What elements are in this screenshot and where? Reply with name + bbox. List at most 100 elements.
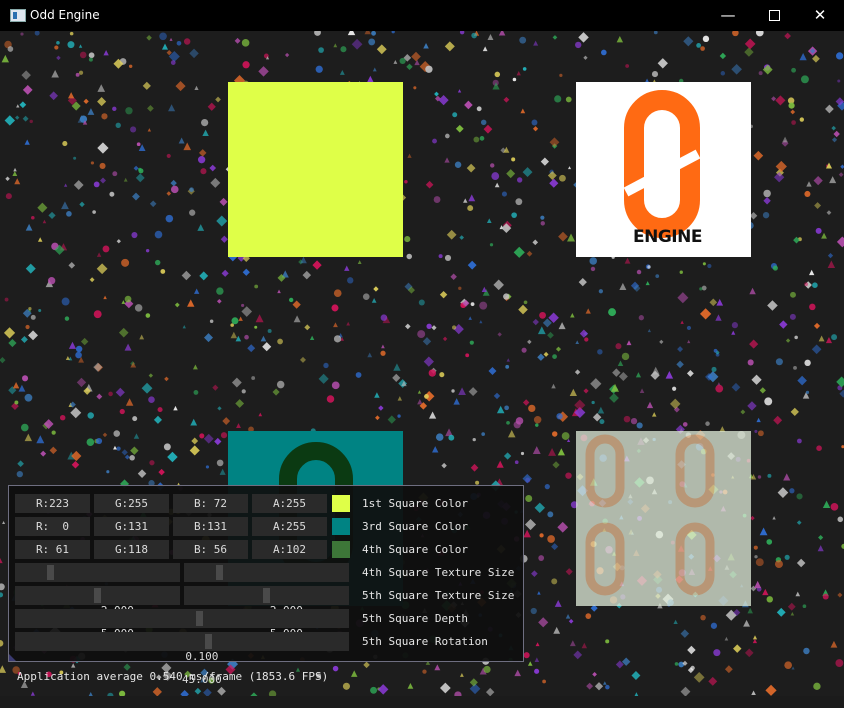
confetti-particle (51, 69, 59, 78)
confetti-particle (521, 347, 527, 353)
confetti-particle (791, 120, 796, 125)
close-button[interactable]: ✕ (797, 0, 843, 31)
confetti-particle (238, 316, 243, 321)
confetti-particle (161, 43, 169, 50)
confetti-particle (199, 433, 205, 439)
confetti-particle (425, 180, 434, 189)
color-swatch[interactable] (332, 518, 350, 535)
confetti-particle (115, 387, 125, 397)
confetti-particle (458, 387, 466, 395)
confetti-particle (494, 182, 500, 188)
confetti-particle (833, 130, 840, 138)
confetti-particle (145, 248, 150, 253)
confetti-particle (603, 681, 607, 685)
slider-grab[interactable] (47, 565, 54, 580)
confetti-particle (194, 85, 199, 90)
confetti-particle (551, 383, 556, 389)
channel-b[interactable]: B: 56 (173, 540, 248, 559)
rotation-slider[interactable]: 45.000 (15, 632, 349, 686)
slider-grab[interactable] (205, 634, 212, 649)
confetti-particle (506, 169, 516, 179)
confetti-particle (827, 260, 836, 268)
maximize-button[interactable] (751, 0, 797, 31)
confetti-particle (731, 382, 741, 392)
confetti-particle (222, 417, 231, 425)
color-swatch[interactable] (332, 541, 350, 558)
panel-resize-grip[interactable] (9, 654, 16, 661)
slider-grab[interactable] (263, 588, 270, 603)
confetti-particle (234, 37, 241, 44)
confetti-particle (579, 329, 588, 338)
confetti-particle (554, 600, 562, 607)
confetti-particle (380, 350, 386, 356)
confetti-particle (417, 390, 422, 394)
confetti-particle (56, 55, 61, 61)
channel-r[interactable]: R: 0 (15, 517, 90, 536)
confetti-particle (498, 31, 506, 36)
confetti-particle (116, 239, 121, 244)
texture-size-x-slider[interactable]: 5.000 (15, 586, 180, 640)
minimize-button[interactable]: — (705, 0, 751, 31)
texture-size-y-slider[interactable]: 5.000 (184, 586, 349, 640)
slider-grab[interactable] (196, 611, 203, 626)
confetti-particle (189, 209, 196, 216)
confetti-particle (479, 320, 483, 324)
channel-a[interactable]: A:255 (252, 517, 327, 536)
confetti-particle (547, 511, 554, 518)
confetti-particle (682, 422, 688, 427)
confetti-particle (49, 91, 58, 101)
confetti-particle (713, 348, 718, 353)
channel-b[interactable]: B: 72 (173, 494, 248, 513)
confetti-particle (407, 153, 412, 158)
confetti-particle (555, 346, 562, 352)
row-label: 4th Square Color (362, 543, 468, 556)
confetti-particle (470, 463, 479, 472)
confetti-particle (340, 46, 347, 53)
confetti-particle (203, 688, 212, 696)
confetti-particle (387, 415, 396, 424)
channel-a[interactable]: A:102 (252, 540, 327, 559)
confetti-particle (511, 212, 517, 218)
confetti-particle (130, 446, 139, 455)
confetti-particle (455, 124, 464, 133)
confetti-particle (797, 375, 807, 386)
confetti-particle (67, 41, 75, 49)
confetti-particle (262, 342, 272, 352)
confetti-particle (831, 125, 836, 131)
confetti-particle (784, 32, 791, 40)
confetti-particle (100, 177, 106, 184)
channel-g[interactable]: G:118 (94, 540, 169, 559)
confetti-particle (543, 351, 549, 357)
confetti-particle (732, 31, 739, 37)
confetti-particle (129, 455, 135, 461)
confetti-particle (651, 366, 660, 375)
confetti-particle (674, 662, 679, 666)
texture-size-x-slider[interactable]: 2.000 (15, 563, 180, 617)
channel-r[interactable]: R:223 (15, 494, 90, 513)
texture-size-y-slider[interactable]: 2.000 (184, 563, 349, 617)
confetti-particle (69, 31, 74, 36)
color-swatch[interactable] (332, 495, 350, 512)
confetti-particle (813, 682, 821, 691)
channel-g[interactable]: G:255 (94, 494, 169, 513)
confetti-particle (0, 592, 4, 598)
confetti-particle (672, 386, 677, 391)
confetti-particle (840, 164, 844, 169)
confetti-particle (87, 108, 95, 115)
confetti-particle (537, 353, 545, 361)
confetti-particle (526, 250, 533, 257)
slider-grab[interactable] (94, 588, 101, 603)
confetti-particle (364, 31, 371, 35)
confetti-particle (0, 357, 6, 364)
confetti-particle (153, 415, 162, 424)
slider-grab[interactable] (216, 565, 223, 580)
confetti-particle (4, 115, 16, 126)
depth-slider[interactable]: 0.100 (15, 609, 349, 663)
channel-b[interactable]: B:131 (173, 517, 248, 536)
confetti-particle (636, 422, 643, 429)
channel-g[interactable]: G:131 (94, 517, 169, 536)
channel-a[interactable]: A:255 (252, 494, 327, 513)
confetti-particle (147, 104, 154, 112)
confetti-particle (827, 253, 834, 259)
channel-r[interactable]: R: 61 (15, 540, 90, 559)
